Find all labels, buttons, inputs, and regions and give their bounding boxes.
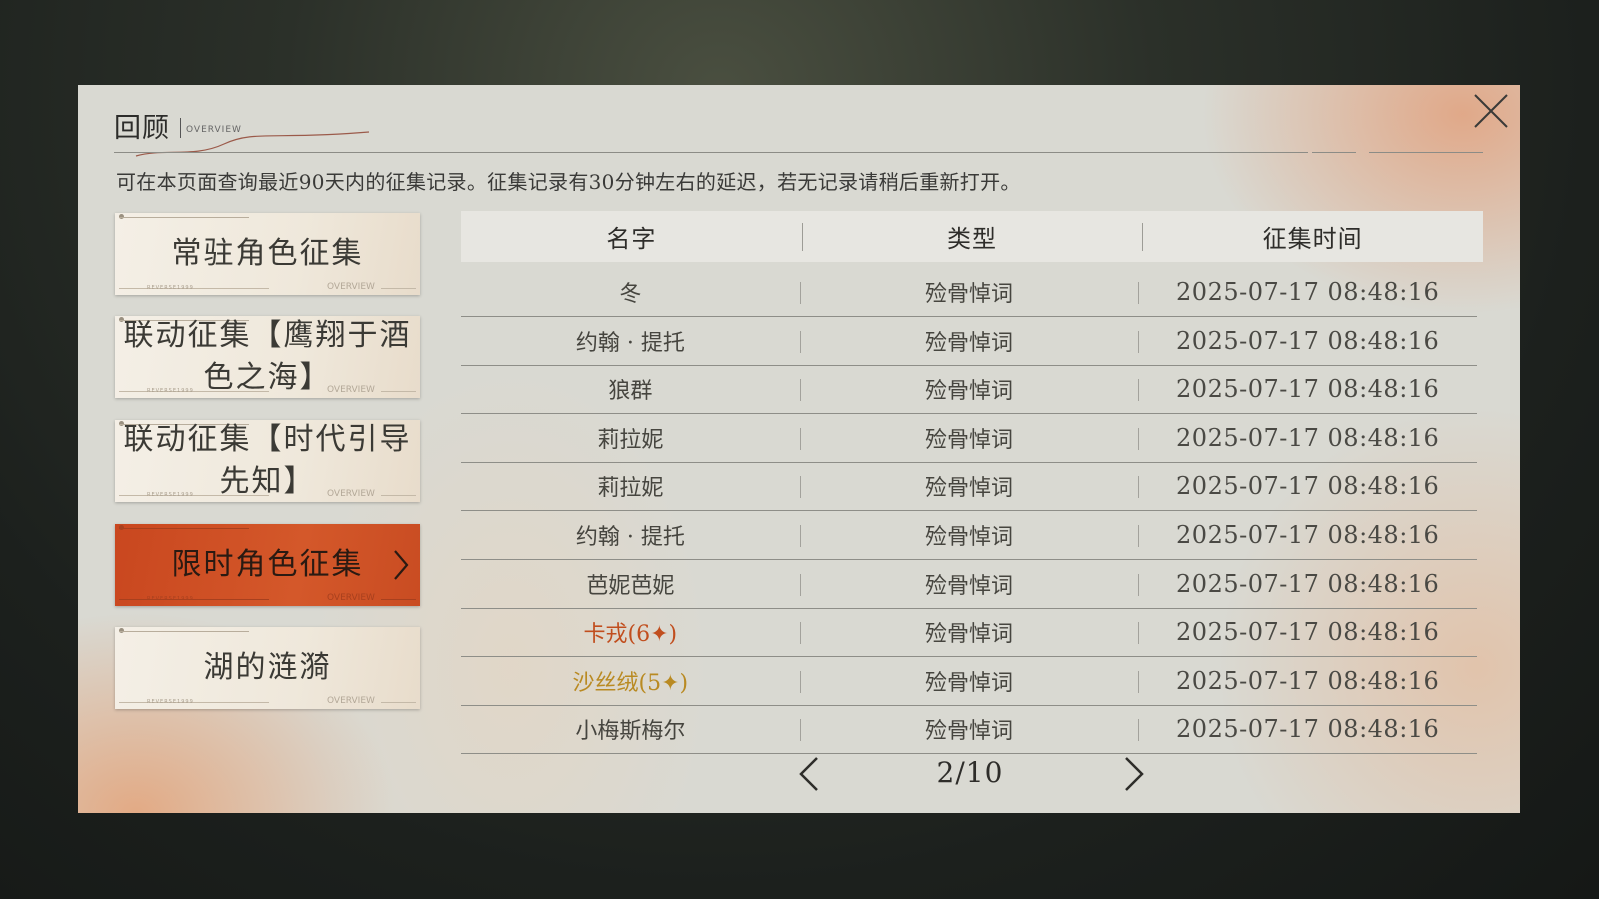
table-row: 小梅斯梅尔 殓骨悼词 2025-07-17 08:48:16 xyxy=(461,705,1477,755)
column-header-name: 名字 xyxy=(606,225,657,253)
table-row: 约翰 · 提托 殓骨悼词 2025-07-17 08:48:16 xyxy=(461,317,1477,366)
cell-name: 约翰 · 提托 xyxy=(575,525,685,550)
card-top-line xyxy=(119,528,249,529)
header-divider-end xyxy=(1369,152,1483,153)
card-bottom-line-right xyxy=(381,288,416,289)
cell-type: 殓骨悼词 xyxy=(799,511,1139,559)
cell-type: 殓骨悼词 xyxy=(799,462,1139,510)
card-overview-text: OVERVIEW xyxy=(327,696,375,706)
cell-name: 约翰 · 提托 xyxy=(575,330,685,356)
header-divider-short xyxy=(1312,152,1356,153)
cell-name: 狼群 xyxy=(608,379,653,405)
table-row: 冬 殓骨悼词 2025-07-17 08:48:16 xyxy=(461,268,1477,317)
sidebar-item-1[interactable]: REVERSE1999 OVERVIEW 常驻角色征集 xyxy=(115,213,420,295)
sidebar-item-2[interactable]: REVERSE1999 OVERVIEW 联动征集【鹰翔于酒色之海】 xyxy=(115,316,420,398)
cell-time: 2025-07-17 08:48:16 xyxy=(1138,608,1477,656)
cell-type: 殓骨悼词 xyxy=(799,365,1139,413)
card-bottom-line xyxy=(119,702,269,703)
page-indicator: 2/10 xyxy=(936,756,1004,789)
next-page-button[interactable] xyxy=(1120,756,1146,792)
cell-type: 殓骨悼词 xyxy=(799,705,1139,753)
card-brand-text: REVERSE1999 xyxy=(147,699,194,705)
cell-time: 2025-07-17 08:48:16 xyxy=(1138,657,1477,705)
table-row: 约翰 · 提托 殓骨悼词 2025-07-17 08:48:16 xyxy=(461,511,1477,560)
dialog-title: 回顾 OVERVIEW xyxy=(114,106,370,157)
table-row: 莉拉妮 殓骨悼词 2025-07-17 08:48:16 xyxy=(461,462,1477,512)
cell-type: 殓骨悼词 xyxy=(799,317,1139,365)
table-header: 名字 类型 征集时间 xyxy=(461,211,1483,262)
cell-time: 2025-07-17 08:48:16 xyxy=(1138,462,1477,510)
card-bottom-line xyxy=(119,288,269,289)
sidebar-item-5[interactable]: REVERSE1999 OVERVIEW 湖的涟漪 xyxy=(115,627,420,709)
cell-name: 冬 xyxy=(619,282,642,307)
cell-name: 莉拉妮 xyxy=(597,476,664,502)
sidebar-item-label: 湖的涟漪 xyxy=(203,650,332,685)
cell-name: 沙丝绒(5✦) xyxy=(572,670,689,696)
title-swoosh-decoration xyxy=(135,131,370,157)
cell-time: 2025-07-17 08:48:16 xyxy=(1138,511,1477,559)
cell-time: 2025-07-17 08:48:16 xyxy=(1138,705,1477,753)
sidebar-item-label: 联动征集【时代引导先知】 xyxy=(123,422,412,499)
cell-time: 2025-07-17 08:48:16 xyxy=(1138,317,1477,365)
table-row: 莉拉妮 殓骨悼词 2025-07-17 08:48:16 xyxy=(461,414,1477,463)
cell-type: 殓骨悼词 xyxy=(799,657,1139,705)
cell-name: 小梅斯梅尔 xyxy=(575,719,686,745)
sidebar-item-label: 限时角色征集 xyxy=(171,547,364,582)
table-row: 芭妮芭妮 殓骨悼词 2025-07-17 08:48:16 xyxy=(461,560,1477,609)
cell-type: 殓骨悼词 xyxy=(799,560,1139,608)
column-header-time: 征集时间 xyxy=(1142,211,1483,262)
cell-name: 莉拉妮 xyxy=(597,427,664,453)
card-brand-text: REVERSE1999 xyxy=(147,596,194,602)
card-bottom-line-right xyxy=(381,599,416,600)
pagination: 2/10 xyxy=(0,756,1599,796)
sidebar-item-label: 常驻角色征集 xyxy=(171,236,364,271)
cell-type: 殓骨悼词 xyxy=(799,268,1139,316)
card-top-line xyxy=(119,217,249,218)
table-row: 卡戎(6✦) 殓骨悼词 2025-07-17 08:48:16 xyxy=(461,608,1477,658)
card-brand-text: REVERSE1999 xyxy=(147,285,194,291)
column-header-type: 类型 xyxy=(801,211,1143,262)
chevron-right-icon xyxy=(1125,757,1144,791)
card-overview-text: OVERVIEW xyxy=(327,282,375,292)
chevron-right-icon xyxy=(394,550,409,580)
table-row: 沙丝绒(5✦) 殓骨悼词 2025-07-17 08:48:16 xyxy=(461,657,1477,706)
card-top-line xyxy=(119,631,249,632)
description-text: 可在本页面查询最近90天内的征集记录。征集记录有30分钟左右的延迟，若无记录请稍… xyxy=(116,170,1021,194)
card-overview-text: OVERVIEW xyxy=(327,593,375,603)
cell-time: 2025-07-17 08:48:16 xyxy=(1138,268,1477,316)
close-button[interactable] xyxy=(1472,92,1510,130)
cell-time: 2025-07-17 08:48:16 xyxy=(1138,414,1477,462)
table-row: 狼群 殓骨悼词 2025-07-17 08:48:16 xyxy=(461,365,1477,415)
cell-time: 2025-07-17 08:48:16 xyxy=(1138,365,1477,413)
card-bottom-line-right xyxy=(381,702,416,703)
sidebar-item-3[interactable]: REVERSE1999 OVERVIEW 联动征集【时代引导先知】 xyxy=(115,420,420,502)
prev-page-button[interactable] xyxy=(797,756,823,792)
header-divider xyxy=(114,152,1308,153)
chevron-left-icon xyxy=(799,757,818,791)
card-bottom-line xyxy=(119,599,269,600)
close-icon xyxy=(1474,94,1508,128)
cell-name: 芭妮芭妮 xyxy=(586,573,675,599)
cell-type: 殓骨悼词 xyxy=(799,608,1139,656)
sidebar-item-4[interactable]: REVERSE1999 OVERVIEW 限时角色征集 xyxy=(115,524,420,606)
cell-time: 2025-07-17 08:48:16 xyxy=(1138,560,1477,608)
cell-name: 卡戎(6✦) xyxy=(583,622,678,648)
cell-type: 殓骨悼词 xyxy=(799,414,1139,462)
sidebar-item-label: 联动征集【鹰翔于酒色之海】 xyxy=(123,318,412,395)
